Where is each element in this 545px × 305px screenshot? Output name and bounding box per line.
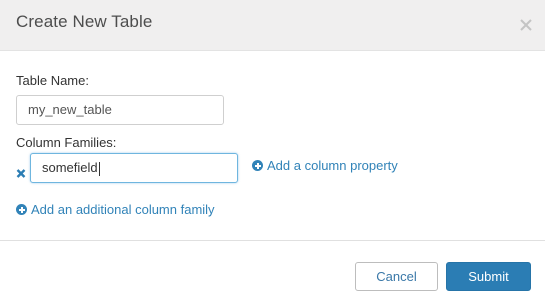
table-name-value: my_new_table xyxy=(28,102,112,117)
add-column-property-label: Add a column property xyxy=(267,158,398,173)
dialog-header: Create New Table xyxy=(0,0,545,51)
column-family-input[interactable]: somefield xyxy=(30,153,238,183)
dialog-title: Create New Table xyxy=(16,12,153,31)
add-column-family-link[interactable]: Add an additional column family xyxy=(16,202,215,217)
add-column-property-link[interactable]: Add a column property xyxy=(252,158,398,173)
footer-divider xyxy=(0,240,545,241)
plus-circle-icon xyxy=(16,204,27,215)
add-column-family-label: Add an additional column family xyxy=(31,202,215,217)
create-table-dialog: Create New Table Table Name: my_new_tabl… xyxy=(0,0,545,305)
column-families-label: Column Families: xyxy=(16,135,117,150)
text-caret xyxy=(98,161,100,176)
table-name-label: Table Name: xyxy=(16,73,89,88)
remove-x-icon[interactable] xyxy=(16,166,26,178)
cancel-button[interactable]: Cancel xyxy=(355,262,438,291)
submit-button[interactable]: Submit xyxy=(446,262,531,291)
column-family-value: somefield xyxy=(42,160,98,175)
close-icon[interactable] xyxy=(515,14,537,36)
plus-circle-icon xyxy=(252,160,263,171)
table-name-input[interactable]: my_new_table xyxy=(16,95,224,125)
